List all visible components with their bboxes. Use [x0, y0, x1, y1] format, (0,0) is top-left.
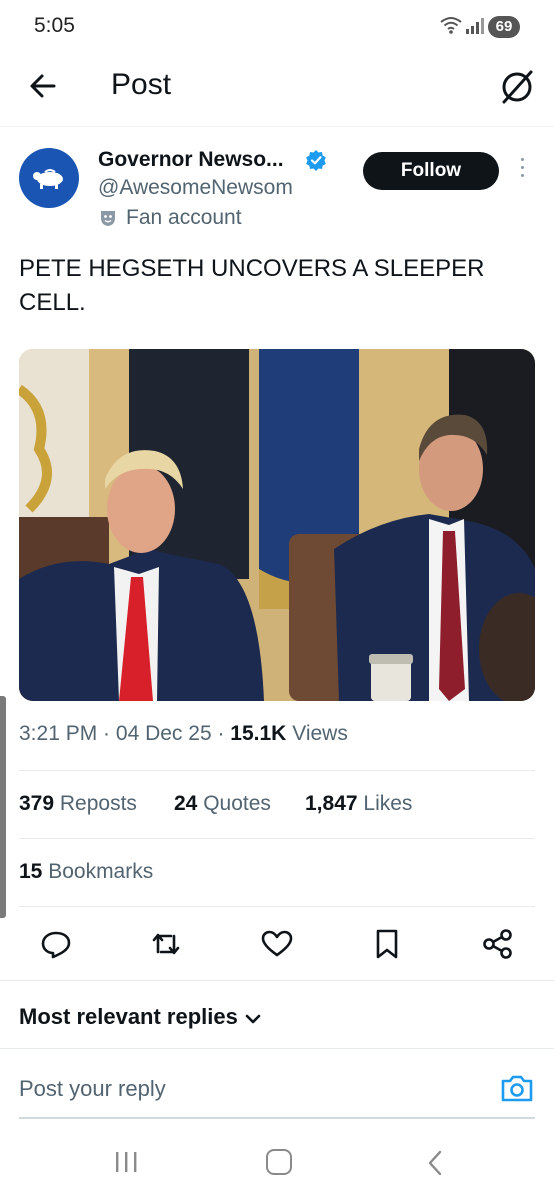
page-title: Post: [111, 68, 172, 101]
back-arrow-icon[interactable]: [26, 68, 62, 104]
post-meta: 3:21 PM · 04 Dec 25 · 15.1K Views: [19, 722, 348, 745]
wifi-icon: [440, 16, 462, 39]
repost-icon[interactable]: [148, 926, 184, 962]
reposts-stat[interactable]: 379 Reposts: [19, 792, 137, 816]
status-bar: 5:05 69: [0, 0, 554, 56]
author-handle[interactable]: @AwesomeNewsom: [98, 176, 293, 200]
camera-icon[interactable]: [500, 1073, 534, 1103]
status-time: 5:05: [34, 14, 75, 37]
likes-label: Likes: [363, 792, 413, 815]
bookmarks-stat[interactable]: 15 Bookmarks: [19, 860, 153, 884]
edge-panel-handle[interactable]: [0, 696, 6, 918]
divider: [19, 906, 535, 907]
action-bar: [0, 922, 554, 966]
battery-indicator: 69: [488, 16, 520, 38]
avatar[interactable]: [19, 148, 79, 208]
post-text: PETE HEGSETH UNCOVERS A SLEEPER CELL.: [19, 255, 485, 316]
verified-badge-icon: [305, 149, 327, 176]
divider: [19, 838, 535, 839]
follow-button[interactable]: Follow: [363, 152, 499, 190]
reply-input[interactable]: Post your reply: [19, 1076, 166, 1102]
bookmarks-count: 15: [19, 860, 43, 883]
replies-sort-button[interactable]: Most relevant replies: [19, 1004, 238, 1030]
quotes-count: 24: [174, 792, 198, 815]
reply-icon[interactable]: [38, 926, 74, 962]
author-name[interactable]: Governor Newso...: [98, 148, 284, 172]
signal-icon: [466, 18, 484, 39]
reposts-count: 379: [19, 792, 55, 815]
divider: [0, 980, 554, 981]
share-icon[interactable]: [480, 926, 516, 962]
divider: [0, 1048, 554, 1049]
grok-icon[interactable]: [498, 66, 536, 106]
fan-account-label: Fan account: [126, 206, 242, 229]
nav-back-icon[interactable]: [426, 1150, 444, 1181]
system-nav-bar: [0, 1130, 554, 1200]
views-label: Views: [292, 722, 348, 745]
fan-account-icon: [98, 208, 118, 233]
post-date: 04 Dec 25: [115, 722, 212, 745]
post-image[interactable]: [19, 349, 535, 701]
bookmarks-label: Bookmarks: [48, 860, 154, 883]
likes-count: 1,847: [305, 792, 358, 815]
reply-input-underline: [19, 1117, 535, 1119]
quotes-stat[interactable]: 24 Quotes: [174, 792, 271, 816]
divider: [19, 770, 535, 771]
views-count: 15.1K: [230, 722, 287, 745]
reposts-label: Reposts: [59, 792, 137, 815]
more-icon[interactable]: [515, 158, 529, 184]
post-time: 3:21 PM: [19, 722, 98, 745]
nav-recents-icon[interactable]: [114, 1150, 138, 1179]
quotes-label: Quotes: [203, 792, 271, 815]
chevron-down-icon[interactable]: [244, 1012, 262, 1030]
bookmark-icon[interactable]: [369, 926, 405, 962]
app-header: Post: [0, 56, 554, 127]
likes-stat[interactable]: 1,847 Likes: [305, 792, 412, 816]
nav-home-icon[interactable]: [266, 1149, 292, 1175]
like-icon[interactable]: [259, 926, 295, 962]
